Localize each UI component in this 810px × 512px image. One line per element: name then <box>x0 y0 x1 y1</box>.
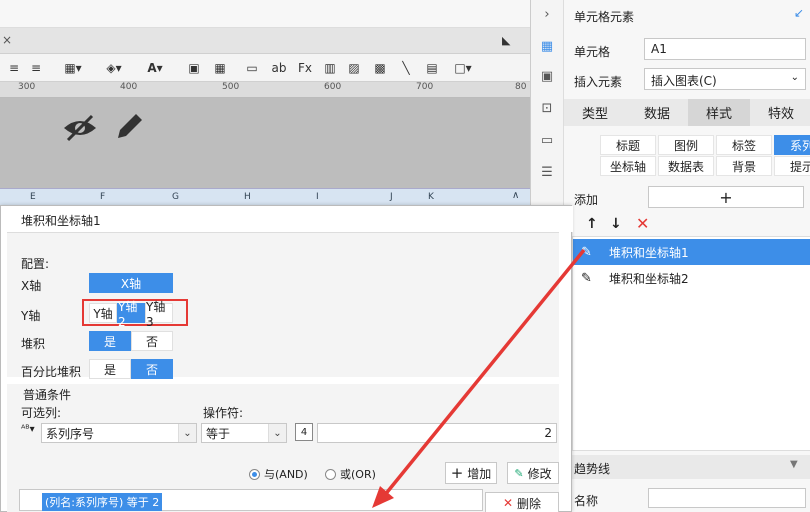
annotation-arrow <box>372 248 586 508</box>
